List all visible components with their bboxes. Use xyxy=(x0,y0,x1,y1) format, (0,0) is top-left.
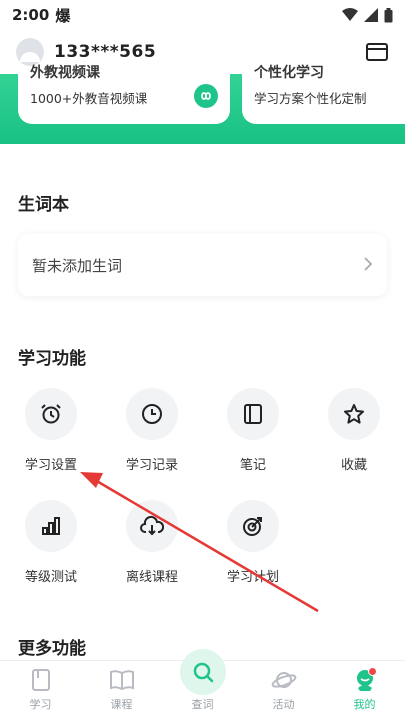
chevron-right-icon xyxy=(363,256,373,275)
status-bar: 2:00 爆 xyxy=(0,0,405,30)
book-icon xyxy=(31,669,50,691)
alarm-clock-icon xyxy=(25,388,77,440)
tab-label: 课程 xyxy=(110,698,133,711)
tab-study[interactable]: 学习 xyxy=(0,661,81,720)
tab-label: 活动 xyxy=(272,698,295,711)
func-label: 等级测试 xyxy=(24,570,77,585)
func-notes[interactable]: 笔记 xyxy=(217,388,289,473)
func-label: 笔记 xyxy=(239,458,266,473)
vocab-book-card[interactable]: 暂未添加生词 xyxy=(18,234,387,296)
functions-section-title: 学习功能 xyxy=(18,349,86,369)
target-icon xyxy=(227,500,279,552)
open-book-icon xyxy=(109,670,134,691)
signal-icon xyxy=(364,8,378,22)
func-label: 学习记录 xyxy=(125,458,178,473)
tab-activity[interactable]: 活动 xyxy=(243,661,324,720)
cloud-download-icon xyxy=(126,500,178,552)
func-label: 收藏 xyxy=(340,458,367,473)
tab-label: 学习 xyxy=(29,698,52,711)
message-button[interactable] xyxy=(365,40,389,64)
vocab-empty-text: 暂未添加生词 xyxy=(32,256,123,275)
username[interactable]: 133***565 xyxy=(54,42,156,62)
notification-icon: 爆 xyxy=(55,6,71,25)
promo-subtitle: 学习方案个性化定制 xyxy=(254,91,367,106)
func-label: 学习计划 xyxy=(226,570,279,585)
more-section-title: 更多功能 xyxy=(18,639,86,659)
wifi-icon xyxy=(342,8,358,21)
func-offline-courses[interactable]: 离线课程 xyxy=(116,500,188,585)
func-label: 学习设置 xyxy=(24,458,77,473)
func-level-test[interactable]: 等级测试 xyxy=(15,500,87,585)
status-icons xyxy=(342,7,393,23)
clock-icon xyxy=(126,388,178,440)
search-button[interactable] xyxy=(179,649,226,695)
main-content: 生词本 暂未添加生词 学习功能 学习设置 学习记录 笔记 收藏 等级测试 离线课… xyxy=(0,144,405,660)
func-study-settings[interactable]: 学习设置 xyxy=(15,388,87,473)
bottom-tab-bar: 学习 课程 查词 活动 我的 xyxy=(0,649,405,720)
func-study-plan[interactable]: 学习计划 xyxy=(217,500,289,585)
func-label: 离线课程 xyxy=(125,570,178,585)
notification-badge xyxy=(368,667,377,676)
promo-subtitle: 1000+外教音视频课 xyxy=(30,91,148,106)
infinity-icon xyxy=(194,84,218,108)
tab-courses[interactable]: 课程 xyxy=(81,661,162,720)
func-study-record[interactable]: 学习记录 xyxy=(116,388,188,473)
promo-card-video[interactable]: 外教视频课 1000+外教音视频课 xyxy=(18,65,230,124)
tab-mine[interactable]: 我的 xyxy=(324,661,405,720)
notebook-icon xyxy=(227,388,279,440)
mail-icon xyxy=(366,43,388,61)
func-favorites[interactable]: 收藏 xyxy=(318,388,390,473)
battery-icon xyxy=(384,7,393,22)
star-icon xyxy=(328,388,380,440)
tab-label: 我的 xyxy=(353,698,376,711)
promo-card-plan[interactable]: 个性化学习 学习方案个性化定制 xyxy=(242,65,405,124)
search-icon xyxy=(193,662,213,683)
promo-title: 个性化学习 xyxy=(254,65,324,81)
planet-icon xyxy=(271,672,296,688)
bar-chart-icon xyxy=(25,500,77,552)
vocab-section-title: 生词本 xyxy=(18,195,69,215)
tab-lookup[interactable]: 查词 xyxy=(162,649,243,720)
status-time: 2:00 xyxy=(12,6,50,24)
promo-title: 外教视频课 xyxy=(30,65,100,81)
tab-label: 查词 xyxy=(191,698,214,711)
